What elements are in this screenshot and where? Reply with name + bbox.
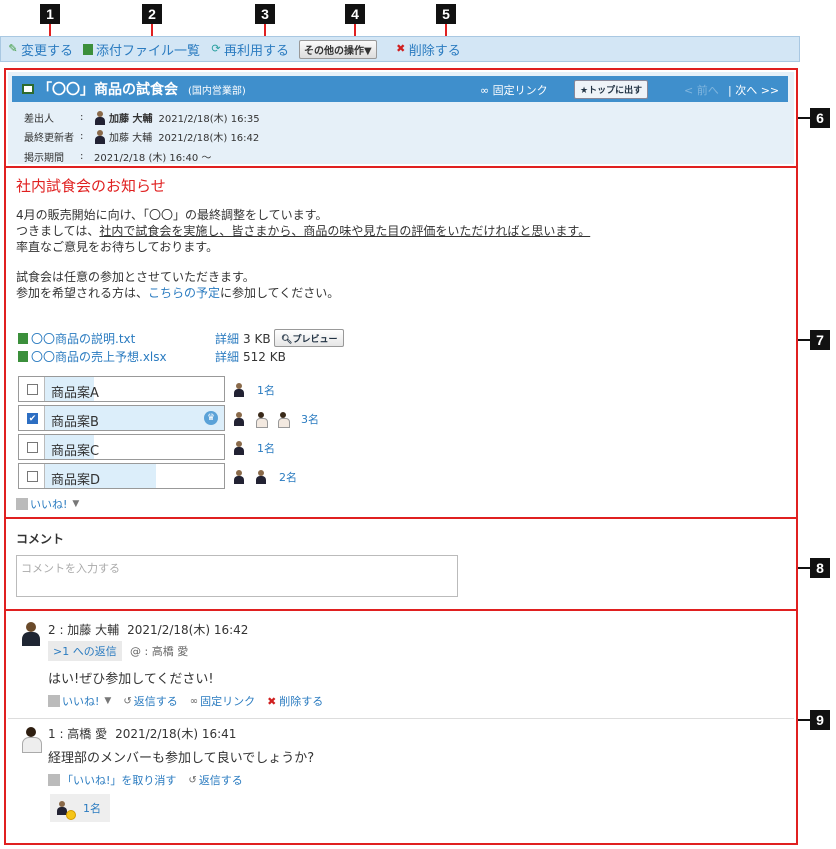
edit-label: 変更する bbox=[21, 43, 74, 59]
reuse-label: 再利用する bbox=[224, 43, 290, 59]
callout-marker-7: 7 bbox=[810, 330, 830, 350]
body-frame bbox=[4, 166, 798, 519]
callout-marker-2: 2 bbox=[142, 4, 162, 24]
action-toolbar: ✎ 変更する 添付ファイル一覧 ⟳ 再利用する その他の操作▼ ✖ 削除する bbox=[0, 36, 800, 62]
callout-marker-4: 4 bbox=[345, 4, 365, 24]
callout-line-7 bbox=[798, 339, 810, 341]
header-frame bbox=[4, 68, 798, 168]
callout-line-9 bbox=[798, 719, 810, 721]
callout-marker-8: 8 bbox=[810, 558, 830, 578]
delete-button[interactable]: ✖ 削除する bbox=[395, 40, 461, 59]
pencil-icon: ✎ bbox=[8, 42, 18, 55]
callout-line-8 bbox=[798, 567, 810, 569]
callout-marker-6: 6 bbox=[810, 108, 830, 128]
reuse-icon: ⟳ bbox=[211, 42, 221, 55]
edit-button[interactable]: ✎ 変更する bbox=[7, 40, 73, 59]
callout-marker-3: 3 bbox=[255, 4, 275, 24]
reuse-button[interactable]: ⟳ 再利用する bbox=[210, 40, 289, 59]
callout-marker-5: 5 bbox=[436, 4, 456, 24]
delete-x-icon: ✖ bbox=[396, 42, 406, 55]
other-ops-dropdown[interactable]: その他の操作▼ bbox=[299, 39, 377, 59]
file-list-icon bbox=[83, 43, 94, 55]
callout-line-6 bbox=[798, 117, 810, 119]
replies-frame bbox=[4, 609, 798, 845]
attachments-label: 添付ファイル一覧 bbox=[96, 43, 201, 59]
callout-marker-1: 1 bbox=[40, 4, 60, 24]
callout-marker-9: 9 bbox=[810, 710, 830, 730]
delete-label: 削除する bbox=[408, 43, 461, 59]
attachments-button[interactable]: 添付ファイル一覧 bbox=[83, 40, 200, 59]
comment-frame bbox=[4, 517, 798, 611]
